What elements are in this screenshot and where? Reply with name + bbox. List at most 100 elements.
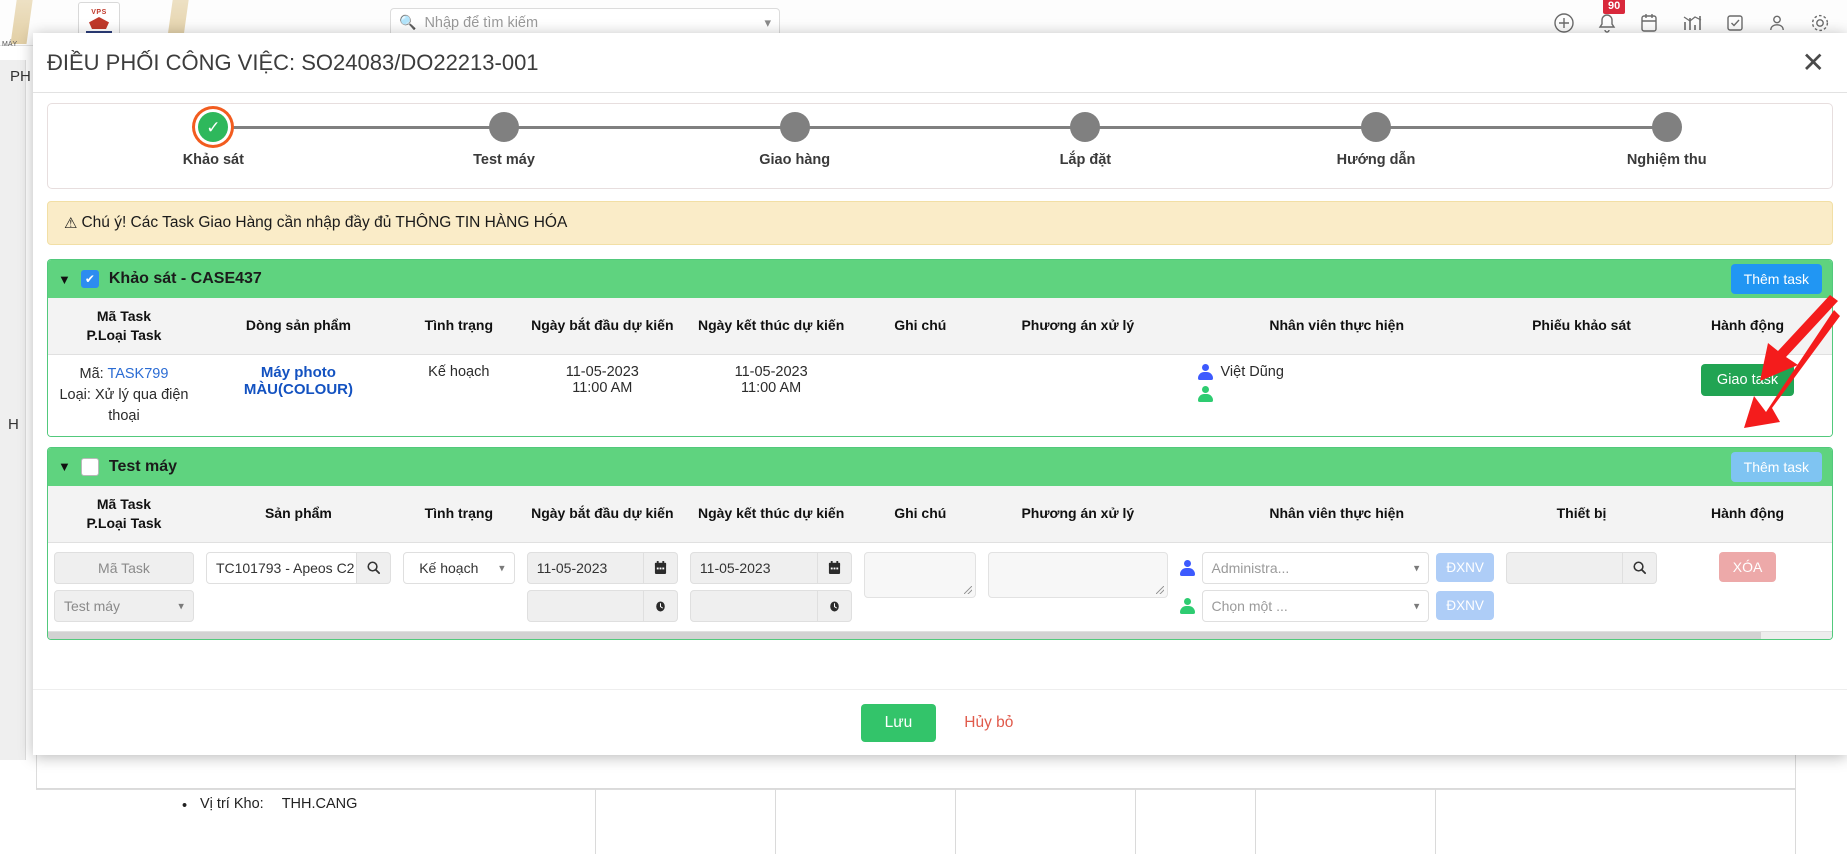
calendar-icon[interactable] xyxy=(1639,12,1659,34)
cell-note-form xyxy=(858,542,982,631)
test-may-table: Mã Task P.Loại Task Sản phẩm Tình trạng … xyxy=(48,486,1832,631)
step-bullet xyxy=(1652,112,1682,142)
assignee-1-value: Administra... xyxy=(1212,560,1290,576)
step-connector xyxy=(213,126,504,129)
cancel-button[interactable]: Hủy bỏ xyxy=(958,713,1019,733)
topbar-icon-group: 90 xyxy=(1553,12,1831,34)
scrollbar-thumb[interactable] xyxy=(48,632,1761,640)
add-task-button-test-may[interactable]: Thêm task xyxy=(1731,452,1822,482)
giao-task-button[interactable]: Giao task xyxy=(1701,364,1794,396)
ma-task-link[interactable]: TASK799 xyxy=(107,366,168,382)
status-select[interactable]: Kế hoạch ▾ xyxy=(403,552,515,584)
save-button[interactable]: Lưu xyxy=(861,704,937,742)
search-icon[interactable] xyxy=(357,552,391,584)
step-bullet xyxy=(1361,112,1391,142)
assignee-name: Việt Dũng xyxy=(1221,364,1284,380)
bell-icon[interactable]: 90 xyxy=(1597,12,1617,34)
background-label-h: H xyxy=(8,416,19,433)
plus-circle-icon[interactable] xyxy=(1553,12,1575,34)
end-date-input[interactable]: 11-05-2023 xyxy=(690,552,818,584)
task-type-select[interactable]: Test máy ▾ xyxy=(54,590,194,622)
col-ngay-ket-thuc: Ngày kết thúc dự kiến xyxy=(684,486,858,542)
caret-down-icon[interactable]: ▼ xyxy=(58,459,71,474)
step-test-may[interactable]: Test máy xyxy=(359,112,650,168)
dxnv-button-1[interactable]: ĐXNV xyxy=(1436,553,1494,582)
start-date: 11-05-2023 xyxy=(527,364,678,380)
assignee-secondary xyxy=(1180,386,1494,402)
assignee-1-select[interactable]: Administra... ▾ xyxy=(1202,552,1430,584)
caret-down-icon[interactable]: ▼ xyxy=(58,272,71,287)
gear-icon[interactable] xyxy=(1809,12,1831,34)
plan-textarea[interactable] xyxy=(988,552,1167,598)
section-test-may-checkbox[interactable] xyxy=(81,458,99,476)
assignee-2-select[interactable]: Chọn một ... ▾ xyxy=(1202,590,1430,622)
calendar-icon[interactable] xyxy=(644,552,678,584)
section-test-may-title: Test máy xyxy=(109,458,177,476)
start-date-input[interactable]: 11-05-2023 xyxy=(527,552,644,584)
cell-product: Máy photo MÀU(COLOUR) xyxy=(200,354,397,436)
col-phieu-khao-sat: Phiếu khảo sát xyxy=(1500,298,1663,354)
col-ngay-bat-dau: Ngày bắt đầu dự kiến xyxy=(521,298,684,354)
search-icon[interactable] xyxy=(1623,552,1657,584)
status-value: Kế hoạch xyxy=(419,560,478,576)
cell-ma-task-form: Mã Task Test máy ▾ xyxy=(48,542,200,631)
background-label-ph: PH xyxy=(10,68,31,85)
checkbox-icon[interactable] xyxy=(1725,13,1745,33)
step-label: Nghiệm thu xyxy=(1627,152,1707,168)
end-time-input[interactable] xyxy=(690,590,818,622)
step-giao-hang[interactable]: Giao hàng xyxy=(649,112,940,168)
khao-sat-table: Mã Task P.Loại Task Dòng sản phẩm Tình t… xyxy=(48,298,1832,436)
section-khao-sat-header: ▼ Khảo sát - CASE437 Thêm task xyxy=(48,260,1832,298)
start-time-group xyxy=(527,590,678,622)
close-icon[interactable]: ✕ xyxy=(1802,49,1825,77)
col-label: Mã Task xyxy=(52,495,196,514)
cell-assignee: Việt Dũng xyxy=(1174,354,1500,436)
cell-note xyxy=(858,354,982,436)
step-nghiem-thu[interactable]: Nghiệm thu xyxy=(1521,112,1812,168)
note-textarea[interactable] xyxy=(864,552,976,598)
col-nhan-vien-thuc-hien: Nhân viên thực hiện xyxy=(1174,298,1500,354)
chart-icon[interactable] xyxy=(1681,12,1703,34)
product-input[interactable]: TC101793 - Apeos C2 xyxy=(206,552,357,584)
cell-ma-task: Mã: TASK799 Loại: Xử lý qua điện thoại xyxy=(48,354,200,436)
start-time-input[interactable] xyxy=(527,590,644,622)
warning-banner: ⚠ Chú ý! Các Task Giao Hàng cần nhập đầy… xyxy=(47,201,1833,245)
col-ngay-ket-thuc: Ngày kết thúc dự kiến xyxy=(684,298,858,354)
dxnv-button-2[interactable]: ĐXNV xyxy=(1436,591,1494,620)
modal-body: ✓ Khảo sát Test máy Giao hàng Lắp đặt xyxy=(33,93,1847,689)
modal-header: ĐIỀU PHỐI CÔNG VIỆC: SO24083/DO22213-001… xyxy=(33,33,1847,93)
assignee-primary: Việt Dũng xyxy=(1180,364,1494,380)
section-khao-sat-title: Khảo sát - CASE437 xyxy=(109,270,262,288)
user-icon[interactable] xyxy=(1767,13,1787,33)
product-name[interactable]: Máy photo MÀU(COLOUR) xyxy=(244,364,353,398)
section-test-may: ▼ Test máy Thêm task Mã Task P.Loại Task xyxy=(47,447,1833,640)
notification-badge: 90 xyxy=(1603,0,1625,14)
person-icon xyxy=(1198,364,1213,380)
step-huong-dan[interactable]: Hướng dẫn xyxy=(1231,112,1522,168)
delete-button[interactable]: XÓA xyxy=(1719,552,1777,582)
ma-task-input[interactable]: Mã Task xyxy=(54,552,194,584)
ma-label: Mã: xyxy=(79,366,103,382)
device-input[interactable] xyxy=(1506,552,1623,584)
cell-plan-form xyxy=(982,542,1173,631)
calendar-icon[interactable] xyxy=(818,552,852,584)
workflow-stepper: ✓ Khảo sát Test máy Giao hàng Lắp đặt xyxy=(47,103,1833,189)
section-khao-sat: ▼ Khảo sát - CASE437 Thêm task Mã Task P… xyxy=(47,259,1833,437)
logo-text-top: VPS xyxy=(91,9,107,16)
assignee-row-2: Chọn một ... ▾ ĐXNV xyxy=(1180,590,1494,622)
chevron-down-icon[interactable]: ▾ xyxy=(764,15,771,31)
col-nhan-vien-thuc-hien: Nhân viên thực hiện xyxy=(1174,486,1500,542)
clock-icon[interactable] xyxy=(644,590,678,622)
horizontal-scrollbar[interactable] xyxy=(48,631,1832,639)
col-ma-task: Mã Task P.Loại Task xyxy=(48,486,200,542)
step-connector xyxy=(1376,126,1667,129)
step-lap-dat[interactable]: Lắp đặt xyxy=(940,112,1231,168)
section-khao-sat-checkbox[interactable] xyxy=(81,270,99,288)
table-header-row: Mã Task P.Loại Task Dòng sản phẩm Tình t… xyxy=(48,298,1832,354)
step-khao-sat[interactable]: ✓ Khảo sát xyxy=(68,112,359,168)
add-task-button-khao-sat[interactable]: Thêm task xyxy=(1731,264,1822,294)
col-label: Mã Task xyxy=(52,307,196,326)
clock-icon[interactable] xyxy=(818,590,852,622)
col-thiet-bi: Thiết bị xyxy=(1500,486,1663,542)
chevron-down-icon: ▾ xyxy=(1414,599,1420,612)
